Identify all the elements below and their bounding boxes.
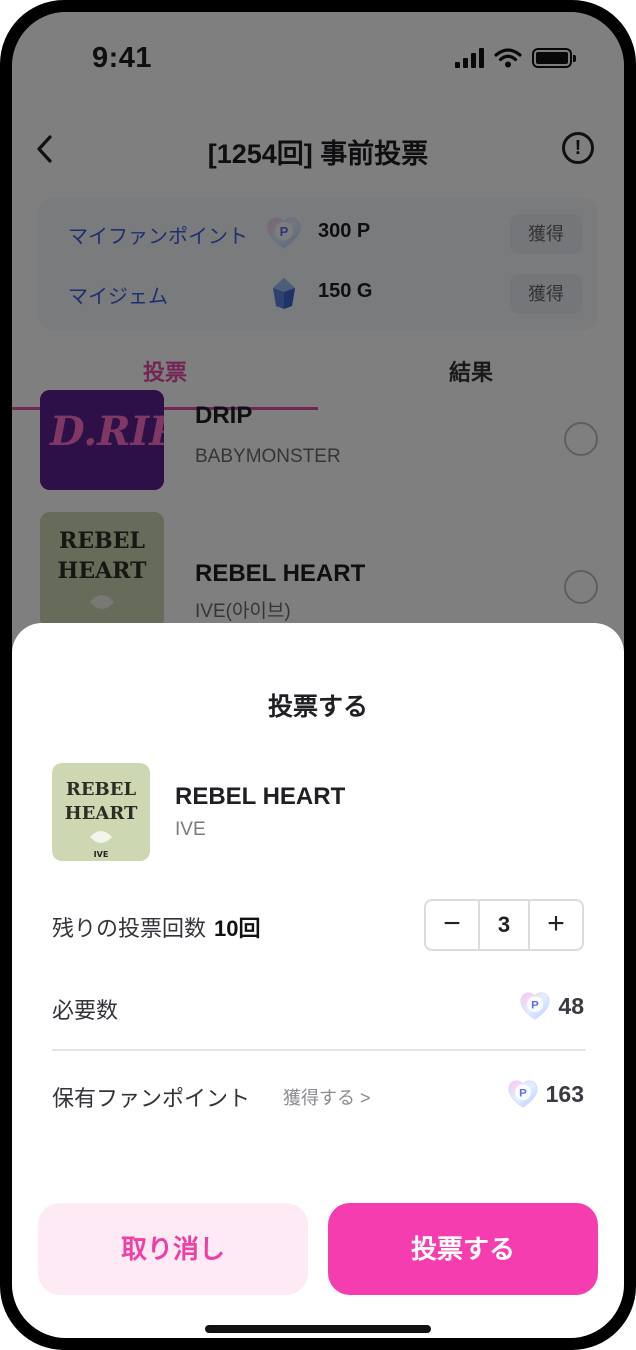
owned-points-value: 163 <box>545 1080 584 1107</box>
fan-point-p-icon: P <box>508 1080 538 1108</box>
phone-frame: 9:41 [1254回] 事前投票 ! マイファンポイント <box>0 0 636 1350</box>
vote-button[interactable]: 投票する <box>328 1203 598 1295</box>
sheet-title: 投票する <box>267 693 368 721</box>
selected-album-cover: REBEL HEART IVE <box>52 763 150 861</box>
owned-points-label: 保有ファンポイント <box>52 1086 251 1111</box>
remaining-votes-label: 残りの投票回数 <box>52 916 207 941</box>
svg-text:P: P <box>532 1000 540 1012</box>
cancel-button[interactable]: 取り消し <box>38 1203 308 1295</box>
home-indicator <box>205 1325 431 1333</box>
owned-points: P 163 <box>506 1079 584 1109</box>
decrement-button[interactable]: − <box>426 901 478 949</box>
svg-text:REBEL: REBEL <box>66 779 137 800</box>
vote-bottom-sheet: 投票する REBEL HEART IVE REBEL HEART IVE 残りの… <box>12 623 624 1338</box>
screen: 9:41 [1254回] 事前投票 ! マイファンポイント <box>12 12 624 1338</box>
fan-point-p-icon: P <box>520 992 550 1020</box>
selected-song-title: REBEL HEART <box>175 783 346 810</box>
required-label: 必要数 <box>52 998 119 1023</box>
get-points-link[interactable]: 獲得する > <box>283 1084 371 1110</box>
remaining-votes: 残りの投票回数 10回 <box>52 911 261 943</box>
remaining-votes-value: 10回 <box>214 916 261 941</box>
svg-text:IVE: IVE <box>94 850 109 859</box>
required-value: 48 <box>558 992 584 1019</box>
divider <box>52 1049 586 1051</box>
vote-count-stepper: − 3 + <box>424 899 584 951</box>
increment-button[interactable]: + <box>530 901 582 949</box>
svg-text:HEART: HEART <box>65 803 138 824</box>
vote-count-value: 3 <box>478 901 530 949</box>
required-amount: P 48 <box>518 991 584 1021</box>
selected-song-artist: IVE <box>175 819 206 840</box>
svg-text:P: P <box>519 1088 527 1100</box>
